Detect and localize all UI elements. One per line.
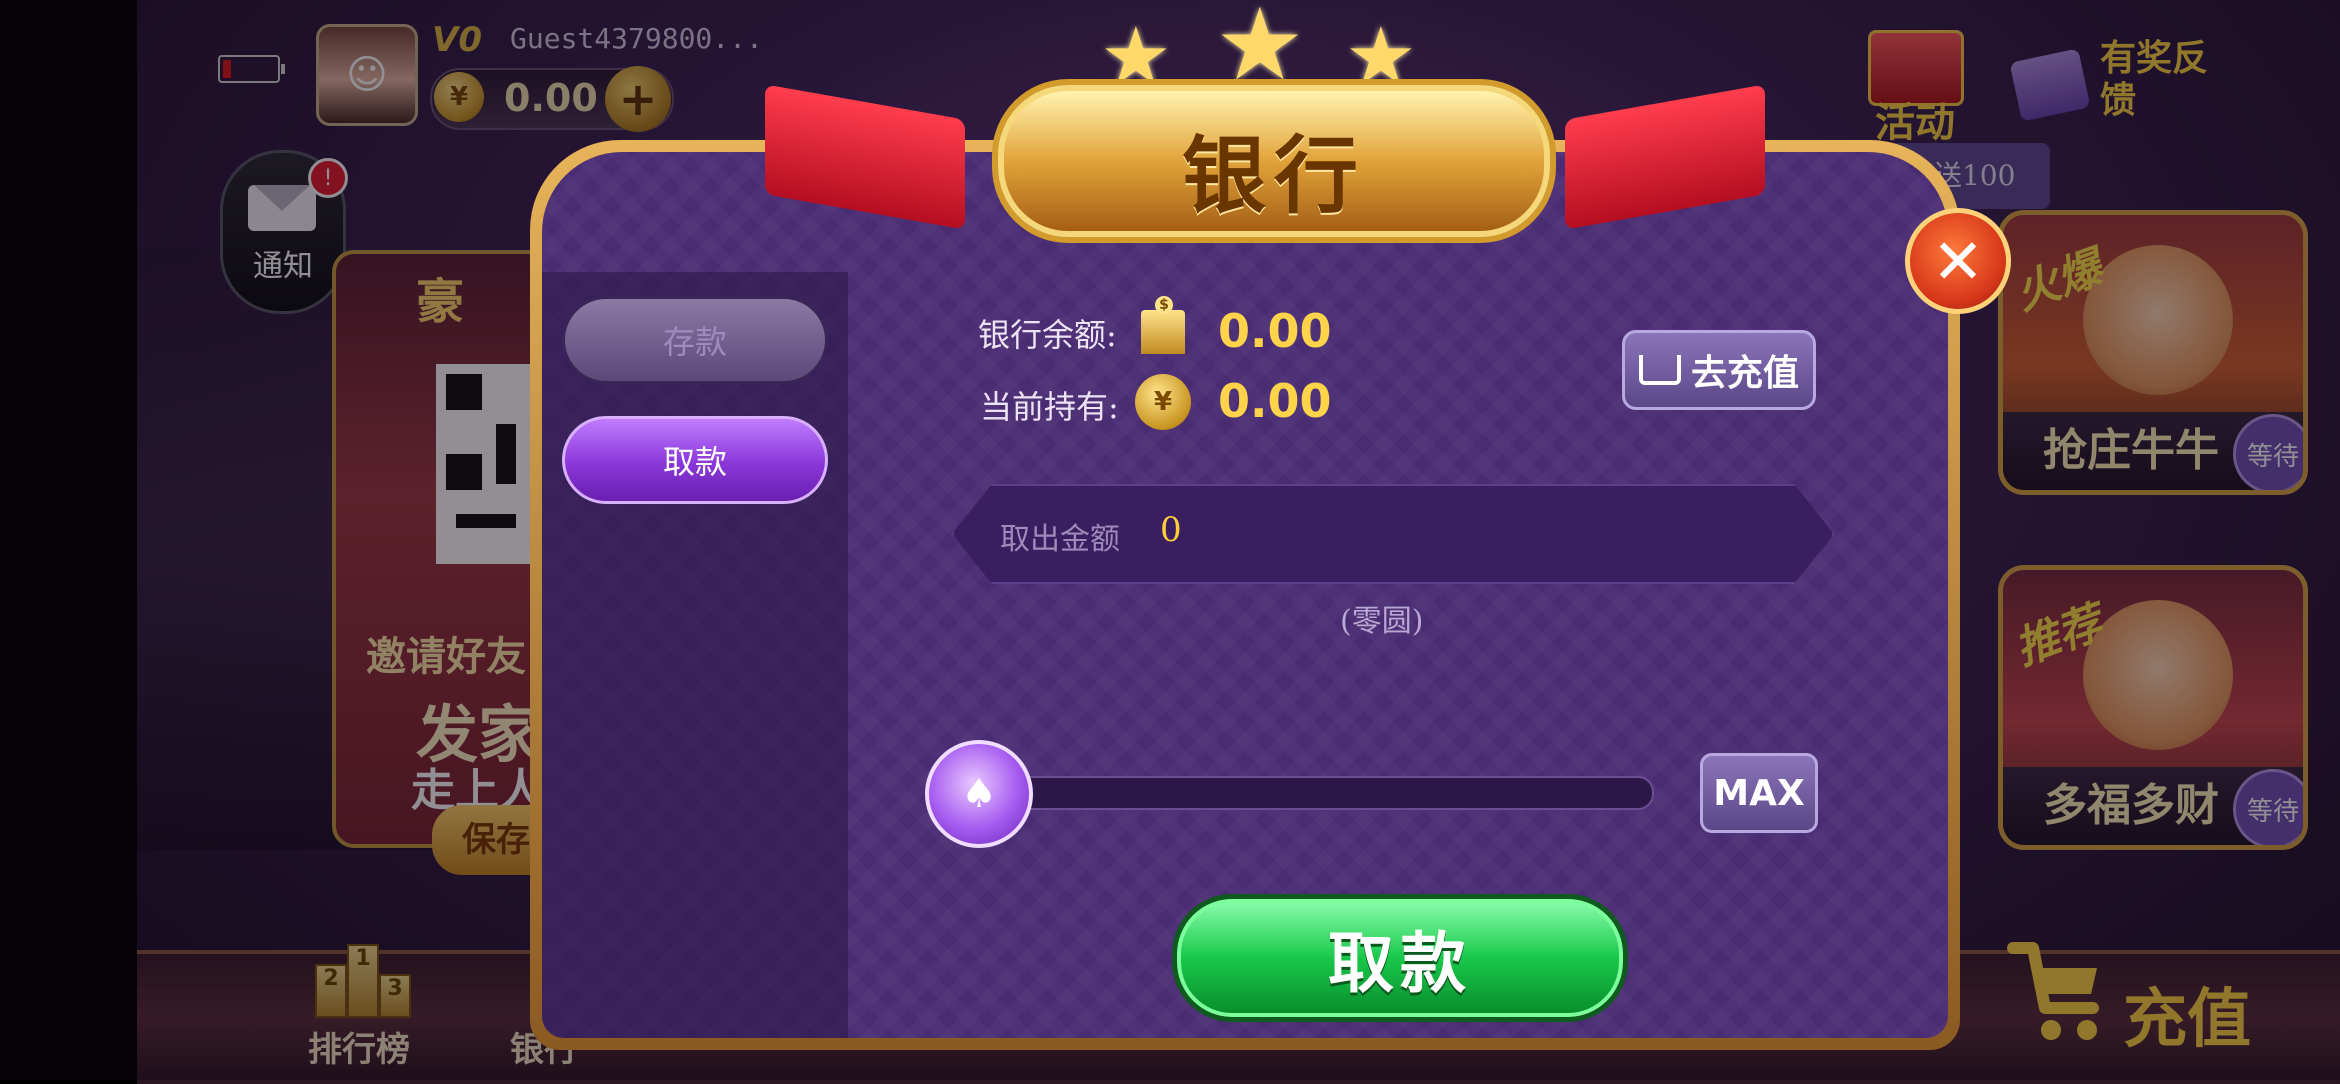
holding-value: 0.00: [1218, 374, 1332, 428]
holding-label: 当前持有:: [980, 388, 1119, 426]
max-button[interactable]: MAX: [1700, 753, 1818, 833]
cart-icon: [1638, 355, 1681, 385]
tab-withdraw[interactable]: 取款: [562, 416, 828, 504]
go-recharge-label: 去充值: [1690, 353, 1799, 394]
close-icon: ✕: [1932, 224, 1984, 298]
close-button[interactable]: ✕: [1905, 208, 2011, 314]
amount-in-words: (零圆): [1340, 604, 1424, 639]
title-stars: ★ ★ ★: [1100, 0, 1430, 103]
tab-deposit[interactable]: 存款: [562, 296, 828, 384]
dialog-title-plate: 银行: [998, 85, 1550, 237]
amount-value: 0: [1160, 510, 1182, 550]
amount-slider-knob[interactable]: ♠: [925, 740, 1033, 848]
withdraw-amount-input[interactable]: 取出金额 0: [952, 484, 1834, 584]
dialog-title: 银行: [1181, 127, 1366, 225]
spade-icon: ♠: [961, 771, 997, 817]
bank-balance-value: 0.00: [1218, 304, 1332, 358]
bank-balance-label: 银行余额:: [978, 316, 1117, 354]
bank-vault-icon: [1133, 296, 1193, 356]
amount-placeholder: 取出金额: [1000, 522, 1120, 557]
withdraw-submit-button[interactable]: 取款: [1172, 894, 1628, 1022]
coin-icon: ¥: [1135, 374, 1191, 430]
go-recharge-button[interactable]: 去充值: [1622, 330, 1816, 410]
bank-tab-panel: [542, 272, 848, 1038]
amount-slider-track[interactable]: [1000, 776, 1654, 810]
